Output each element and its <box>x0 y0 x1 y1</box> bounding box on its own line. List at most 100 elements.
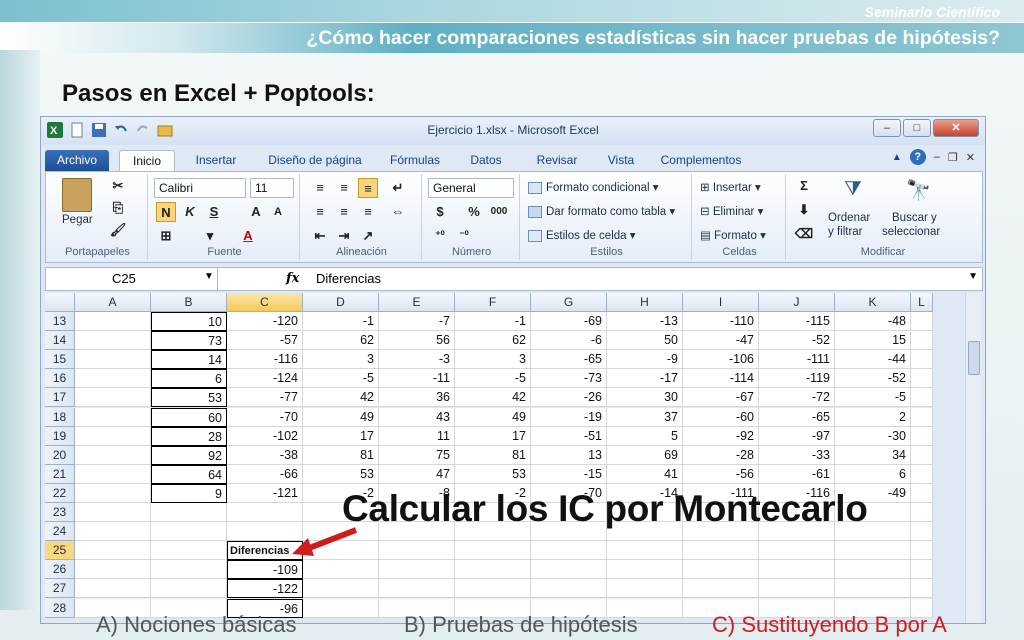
footer-nav-b[interactable]: B) Pruebas de hipótesis <box>404 612 638 638</box>
row-header[interactable]: 23 <box>45 503 75 523</box>
cell-k15[interactable]: -44 <box>835 350 911 370</box>
cell-c20[interactable]: -38 <box>227 445 303 465</box>
cell-f17[interactable]: 42 <box>455 388 531 408</box>
cell-h20[interactable]: 69 <box>607 445 683 465</box>
column-header-a[interactable]: A <box>75 293 151 312</box>
row-header[interactable]: 17 <box>45 388 75 408</box>
align-right-icon[interactable]: ≡ <box>358 202 378 222</box>
cell-f20[interactable]: 81 <box>455 445 531 465</box>
cell-h27[interactable] <box>607 579 683 599</box>
cell-d20[interactable]: 81 <box>303 445 379 465</box>
tab-inicio[interactable]: Inicio <box>119 150 175 171</box>
cell-k17[interactable]: -5 <box>835 388 911 408</box>
cell-j14[interactable]: -52 <box>759 331 835 351</box>
cell-g25[interactable] <box>531 541 607 561</box>
cell-c27[interactable]: -122 <box>227 579 303 599</box>
cell-b13[interactable]: 10 <box>151 312 227 332</box>
cell-a23[interactable] <box>75 503 151 523</box>
cell-a21[interactable] <box>75 464 151 484</box>
tab-archivo[interactable]: Archivo <box>45 150 109 171</box>
font-color-icon[interactable]: A <box>238 226 258 246</box>
cell-b22[interactable]: 9 <box>151 483 227 503</box>
cell-d19[interactable]: 17 <box>303 426 379 446</box>
footer-nav-a[interactable]: A) Nociones básicas <box>96 612 297 638</box>
cell-c22[interactable]: -121 <box>227 483 303 503</box>
cell-i14[interactable]: -47 <box>683 331 759 351</box>
sort-filter-label-1[interactable]: Ordenar <box>828 212 870 224</box>
insert-cells-button[interactable]: ⊞ Insertar ▾ <box>700 180 761 194</box>
cell-f18[interactable]: 49 <box>455 407 531 427</box>
cell-d15[interactable]: 3 <box>303 350 379 370</box>
row-header[interactable]: 25 <box>45 541 75 561</box>
row-header[interactable]: 22 <box>45 483 75 503</box>
minimize-button[interactable]: – <box>873 119 901 137</box>
sort-filter-icon[interactable]: ⧩ <box>844 178 872 204</box>
cell-d17[interactable]: 42 <box>303 388 379 408</box>
cell-d18[interactable]: 49 <box>303 407 379 427</box>
cell-f25[interactable] <box>455 541 531 561</box>
close-workbook-icon[interactable]: ✕ <box>966 151 975 164</box>
column-header-g[interactable]: G <box>531 293 607 312</box>
cell-h17[interactable]: 30 <box>607 388 683 408</box>
cell-a24[interactable] <box>75 522 151 542</box>
cell-l24[interactable] <box>911 522 933 542</box>
collapse-ribbon-icon[interactable]: ▲ <box>892 152 902 163</box>
copy-icon[interactable]: ⎘ <box>108 198 128 218</box>
cell-k27[interactable] <box>835 579 911 599</box>
cell-a19[interactable] <box>75 426 151 446</box>
row-header[interactable]: 26 <box>45 560 75 580</box>
cell-f21[interactable]: 53 <box>455 464 531 484</box>
minimize-workbook-icon[interactable]: – <box>934 151 940 163</box>
close-button[interactable]: ✕ <box>933 119 979 137</box>
cell-e26[interactable] <box>379 560 455 580</box>
cell-l25[interactable] <box>911 541 933 561</box>
font-size-select[interactable]: 11 <box>250 178 294 198</box>
cell-l22[interactable] <box>911 483 933 503</box>
cell-f27[interactable] <box>455 579 531 599</box>
cell-i17[interactable]: -67 <box>683 388 759 408</box>
row-header[interactable]: 14 <box>45 331 75 351</box>
column-header-i[interactable]: I <box>683 293 759 312</box>
clear-icon[interactable]: ⌫ <box>794 224 814 244</box>
cell-a25[interactable] <box>75 541 151 561</box>
borders-icon[interactable]: ⊞ <box>156 226 176 246</box>
cell-e18[interactable]: 43 <box>379 407 455 427</box>
cell-c15[interactable]: -116 <box>227 350 303 370</box>
cell-e13[interactable]: -7 <box>379 312 455 332</box>
cell-j18[interactable]: -65 <box>759 407 835 427</box>
align-top-icon[interactable]: ≡ <box>310 178 330 198</box>
decrease-indent-icon[interactable]: ⇤ <box>310 226 330 246</box>
increase-decimal-icon[interactable]: ⁺⁰ <box>430 226 450 246</box>
cell-l20[interactable] <box>911 445 933 465</box>
cell-b20[interactable]: 92 <box>151 445 227 465</box>
sort-filter-label-2[interactable]: y filtrar <box>828 226 863 238</box>
cell-d16[interactable]: -5 <box>303 369 379 389</box>
cell-b27[interactable] <box>151 579 227 599</box>
cell-g27[interactable] <box>531 579 607 599</box>
cell-j16[interactable]: -119 <box>759 369 835 389</box>
cell-l27[interactable] <box>911 579 933 599</box>
cell-e19[interactable]: 11 <box>379 426 455 446</box>
cell-c17[interactable]: -77 <box>227 388 303 408</box>
cell-g14[interactable]: -6 <box>531 331 607 351</box>
fill-icon[interactable]: ⬇ <box>794 200 814 220</box>
cell-b16[interactable]: 6 <box>151 369 227 389</box>
tab-revisar[interactable]: Revisar <box>527 150 587 171</box>
cell-d26[interactable] <box>303 560 379 580</box>
align-center-icon[interactable]: ≡ <box>334 202 354 222</box>
cell-i15[interactable]: -106 <box>683 350 759 370</box>
cell-i27[interactable] <box>683 579 759 599</box>
number-format-select[interactable]: General <box>428 178 514 198</box>
merge-center-icon[interactable]: ⇔ <box>388 202 408 222</box>
paste-icon[interactable] <box>62 178 92 212</box>
cell-j13[interactable]: -115 <box>759 312 835 332</box>
cell-b23[interactable] <box>151 503 227 523</box>
grow-font-button[interactable]: A <box>246 202 266 222</box>
cell-d21[interactable]: 53 <box>303 464 379 484</box>
cell-e16[interactable]: -11 <box>379 369 455 389</box>
cell-a15[interactable] <box>75 350 151 370</box>
cell-b15[interactable]: 14 <box>151 350 227 370</box>
column-header-c[interactable]: C <box>227 293 303 312</box>
cell-a13[interactable] <box>75 312 151 332</box>
cell-h26[interactable] <box>607 560 683 580</box>
